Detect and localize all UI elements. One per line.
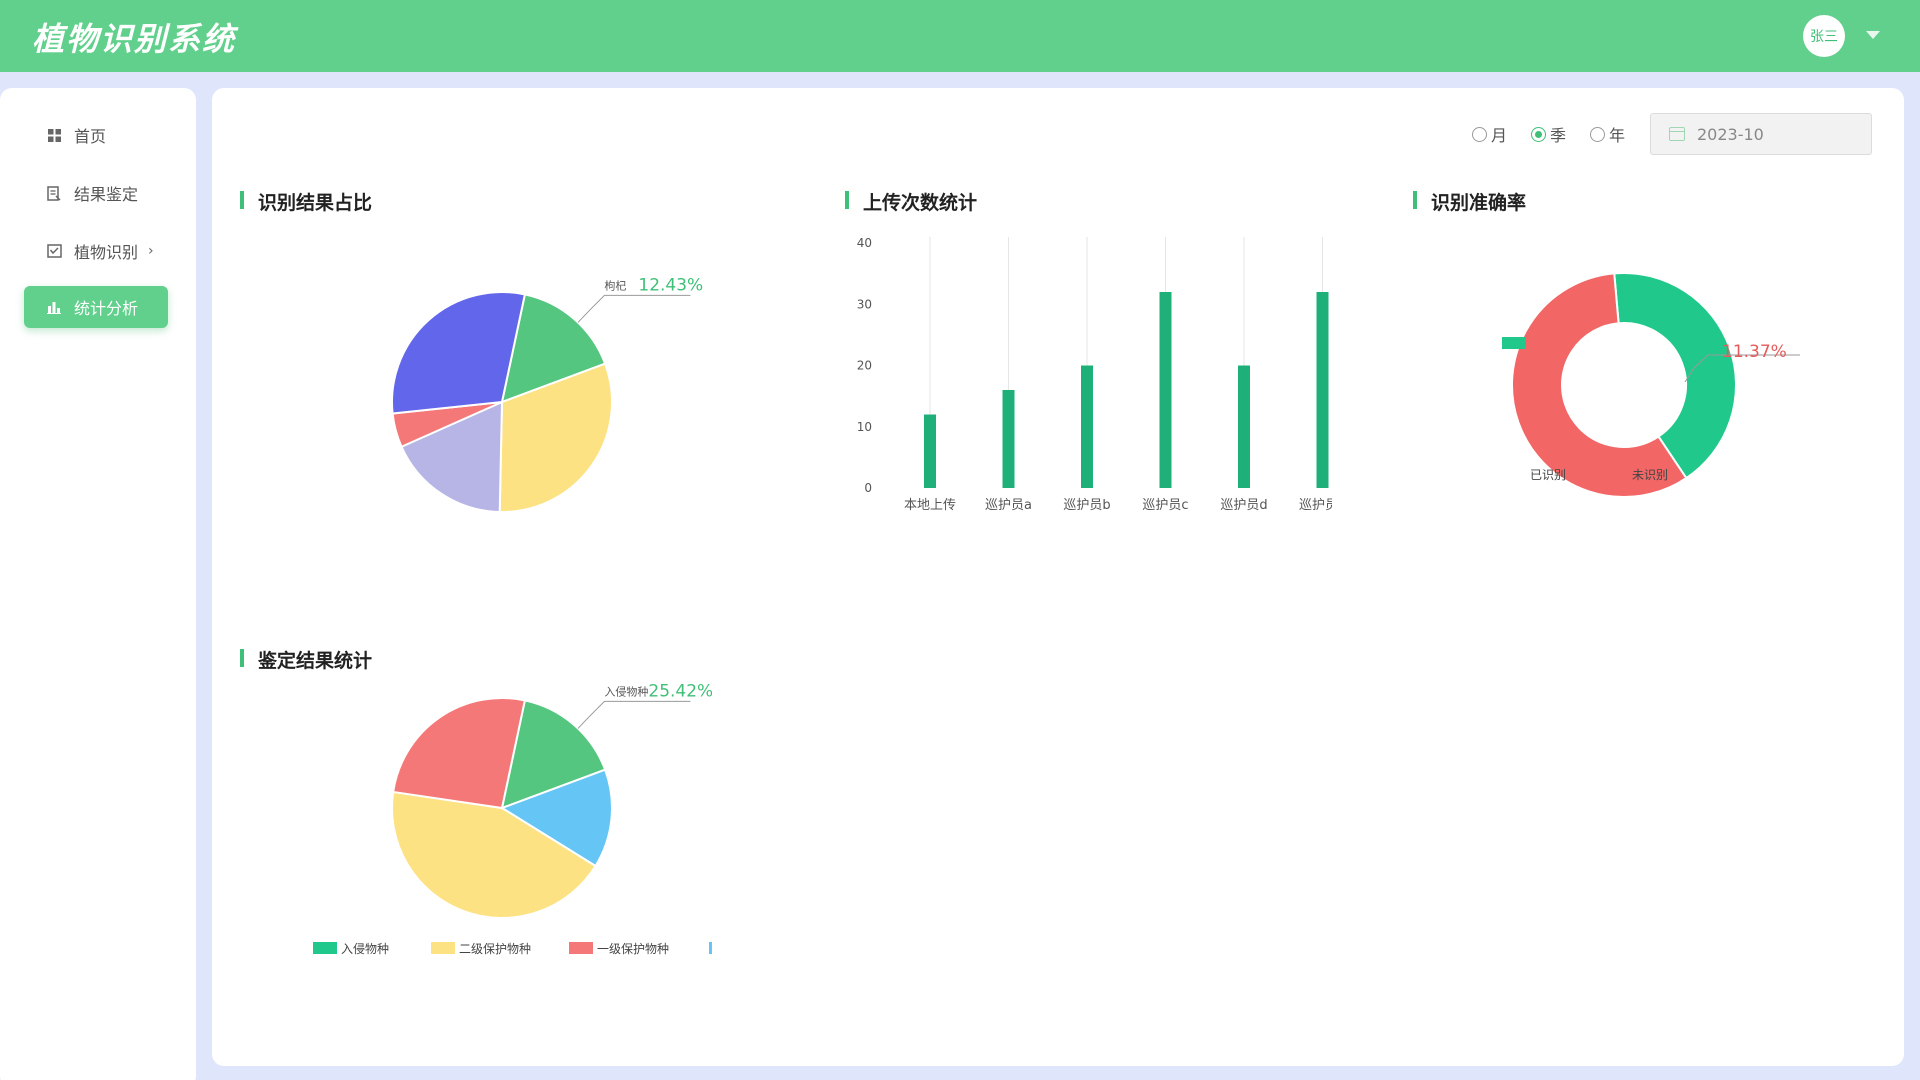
callout-value: 11.37% (1722, 342, 1787, 362)
legend-swatch (1502, 337, 1526, 349)
callout-line (577, 294, 691, 323)
radio-checked-icon (1531, 126, 1547, 142)
sidebar-item-label: 统计分析 (74, 299, 139, 318)
section-title-upload-count: 上传次数统计 (845, 188, 977, 215)
upload-count-bar-chart: 0 10 20 30 40 本地上传 巡护员a 巡护员b 巡护员c 巡护员d 巡护员e (857, 236, 1332, 513)
y-tick-label: 40 (857, 236, 872, 250)
section-title-appraisal: 鉴定结果统计 (240, 646, 372, 673)
bar (1238, 365, 1250, 488)
sidebar-item-label: 结果鉴定 (74, 185, 139, 204)
section-title-result-share: 识别结果占比 (240, 188, 372, 215)
section-title-accuracy: 识别准确率 (1413, 188, 1526, 215)
x-tick-label: 巡护员c (1142, 498, 1188, 513)
callout-value: 12.43% (638, 275, 703, 295)
image-icon (46, 243, 62, 259)
radio-year[interactable]: 年 (1590, 122, 1625, 146)
sidebar-item-plant-identify[interactable]: 植物识别 › (24, 230, 168, 272)
y-tick-label: 30 (857, 297, 872, 311)
x-tick-label: 巡护员b (1063, 498, 1110, 513)
main-panel: 月 季 年 2023-10 识别结果占比 上传次数统计 识别准确率 鉴定结果统计… (212, 88, 1904, 1066)
legend-swatch (431, 942, 455, 954)
radio-month[interactable]: 月 (1472, 122, 1507, 146)
user-avatar[interactable]: 张三 (1803, 15, 1845, 57)
callout-line (577, 700, 691, 729)
y-tick-label: 0 (864, 481, 872, 495)
legend-swatch (709, 942, 712, 954)
accuracy-donut-chart: 11.37% 已识别 未识别 (1502, 272, 1800, 498)
date-picker[interactable]: 2023-10 (1650, 113, 1872, 155)
document-icon (46, 185, 62, 201)
sidebar-item-home[interactable]: 首页 (24, 114, 168, 156)
legend-swatch (569, 942, 593, 954)
chevron-right-icon: › (148, 243, 154, 259)
callout-label: 枸杞 (604, 278, 626, 292)
radio-quarter[interactable]: 季 (1531, 122, 1566, 146)
bar (924, 414, 936, 488)
sidebar-item-statistics[interactable]: 统计分析 (24, 286, 168, 328)
callout-label: 入侵物种 (604, 684, 648, 698)
bar (1081, 365, 1093, 488)
sidebar-item-label: 首页 (74, 127, 107, 146)
radio-label: 月 (1491, 126, 1508, 145)
period-radio-group: 月 季 年 (1472, 122, 1625, 146)
x-tick-label: 巡护员e (1299, 498, 1332, 513)
calendar-icon (1669, 127, 1685, 141)
bar (1159, 292, 1172, 488)
top-header: 植物识别系统 张三 (0, 0, 1920, 72)
pie-slice (392, 697, 527, 810)
x-tick-label: 巡护员d (1220, 498, 1267, 513)
result-share-pie-chart: 枸杞12.43%枸杞桑麻银杏荆棘杨柳 (391, 275, 703, 513)
radio-label: 季 (1550, 126, 1567, 145)
legend-label: 二级保护物种 (459, 942, 531, 956)
legend-label: 已识别 (1530, 468, 1566, 482)
legend-swatch (313, 942, 337, 954)
sidebar-item-label: 植物识别 (74, 243, 139, 262)
sidebar: 首页 结果鉴定 植物识别 › 统计分析 (0, 88, 196, 1080)
legend-label: 一级保护物种 (597, 942, 669, 956)
app-title: 植物识别系统 (32, 20, 237, 58)
x-tick-label: 巡护员a (985, 498, 1032, 513)
appraisal-pie-chart: 入侵物种25.42%入侵物种二级保护物种一级保护物种其他 (313, 684, 712, 956)
bar (1002, 390, 1015, 488)
bar-chart-icon (46, 299, 62, 315)
sidebar-item-result-appraisal[interactable]: 结果鉴定 (24, 172, 168, 214)
bar (1316, 292, 1329, 488)
radio-circle-icon (1472, 126, 1487, 142)
legend-label: 未识别 (1632, 468, 1668, 482)
radio-label: 年 (1609, 126, 1626, 145)
y-tick-label: 10 (857, 420, 872, 434)
chevron-down-icon[interactable] (1866, 31, 1880, 39)
date-value: 2023-10 (1697, 124, 1764, 144)
x-tick-label: 本地上传 (904, 498, 956, 513)
legend-swatch (1604, 477, 1628, 489)
legend-label: 入侵物种 (341, 941, 389, 956)
grid-icon (46, 127, 62, 143)
radio-circle-icon (1590, 126, 1606, 142)
y-tick-label: 20 (857, 359, 872, 373)
callout-value: 25.42% (648, 684, 712, 701)
